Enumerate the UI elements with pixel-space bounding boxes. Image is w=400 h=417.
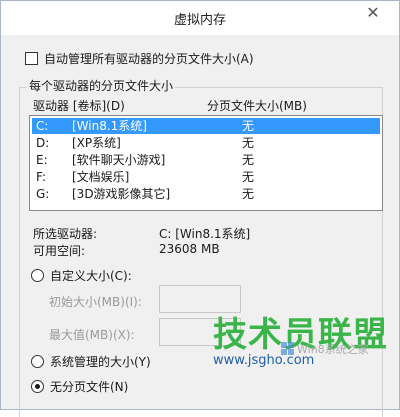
custom-size-radio[interactable] bbox=[31, 268, 44, 282]
drive-label: [文档娱乐] bbox=[72, 170, 130, 184]
auto-manage-label: 自动管理所有驱动器的分页文件大小(A) bbox=[44, 51, 254, 66]
free-space-label: 可用空间: bbox=[33, 244, 86, 258]
drive-size: 无 bbox=[242, 187, 255, 201]
virtual-memory-dialog: 虚拟内存 ✕ 自动管理所有驱动器的分页文件大小(A) 每个驱动器的分页文件大小 … bbox=[0, 0, 400, 417]
system-managed-radio[interactable] bbox=[31, 354, 44, 368]
close-icon: ✕ bbox=[366, 3, 380, 22]
close-button[interactable]: ✕ bbox=[353, 1, 393, 25]
custom-size-label: 自定义大小(C): bbox=[50, 268, 132, 283]
watermark-url: www.jsgho.com bbox=[213, 353, 315, 368]
drive-row[interactable]: F: [文档娱乐] 无 bbox=[32, 169, 380, 185]
selected-drive-value: C: [Win8.1系统] bbox=[159, 227, 251, 241]
drive-size: 无 bbox=[242, 119, 255, 133]
system-managed-label: 系统管理的大小(Y) bbox=[50, 354, 151, 369]
paging-group-title: 每个驱动器的分页文件大小 bbox=[27, 77, 176, 94]
auto-manage-option[interactable]: 自动管理所有驱动器的分页文件大小(A) bbox=[25, 49, 254, 67]
size-column-header: 分页文件大小(MB) bbox=[207, 99, 307, 113]
auto-manage-checkbox[interactable] bbox=[25, 51, 38, 65]
system-managed-option[interactable]: 系统管理的大小(Y) bbox=[31, 352, 151, 370]
no-paging-option[interactable]: 无分页文件(N) bbox=[31, 377, 128, 395]
drive-label: [Win8.1系统] bbox=[72, 119, 147, 133]
free-space-value: 23608 MB bbox=[159, 242, 220, 256]
drive-list[interactable]: C: [Win8.1系统] 无 D: [XP系统] 无 E: [软件聊天小游戏]… bbox=[29, 115, 383, 211]
title-bar: 虚拟内存 ✕ bbox=[1, 1, 399, 35]
drive-letter: G: bbox=[36, 187, 50, 201]
window-title: 虚拟内存 bbox=[173, 13, 226, 28]
drive-size: 无 bbox=[242, 170, 255, 184]
no-paging-radio[interactable] bbox=[31, 379, 44, 393]
watermark: 技术员联盟 Win8系统之家 www.jsgho.com bbox=[213, 307, 399, 373]
drive-size: 无 bbox=[242, 136, 255, 150]
drive-column-header: 驱动器 [卷标](D) bbox=[33, 99, 125, 113]
drive-row[interactable]: C: [Win8.1系统] 无 bbox=[32, 118, 380, 134]
selected-drive-label: 所选驱动器: bbox=[33, 227, 98, 241]
drive-letter: D: bbox=[36, 136, 50, 150]
drive-row[interactable]: D: [XP系统] 无 bbox=[32, 135, 380, 151]
custom-size-option[interactable]: 自定义大小(C): bbox=[31, 266, 132, 284]
drive-label: [3D游戏影像其它] bbox=[72, 187, 171, 201]
drive-letter: E: bbox=[36, 153, 48, 167]
drive-row[interactable]: E: [软件聊天小游戏] 无 bbox=[32, 152, 380, 168]
drive-size: 无 bbox=[242, 153, 255, 167]
drive-label: [软件聊天小游戏] bbox=[72, 153, 166, 167]
drive-letter: C: bbox=[36, 119, 49, 133]
initial-size-label: 初始大小(MB)(I): bbox=[49, 295, 142, 309]
no-paging-label: 无分页文件(N) bbox=[50, 379, 129, 394]
max-size-label: 最大值(MB)(X): bbox=[49, 328, 135, 342]
drive-label: [XP系统] bbox=[72, 136, 121, 150]
drive-row[interactable]: G: [3D游戏影像其它] 无 bbox=[32, 186, 380, 202]
drive-letter: F: bbox=[36, 170, 47, 184]
